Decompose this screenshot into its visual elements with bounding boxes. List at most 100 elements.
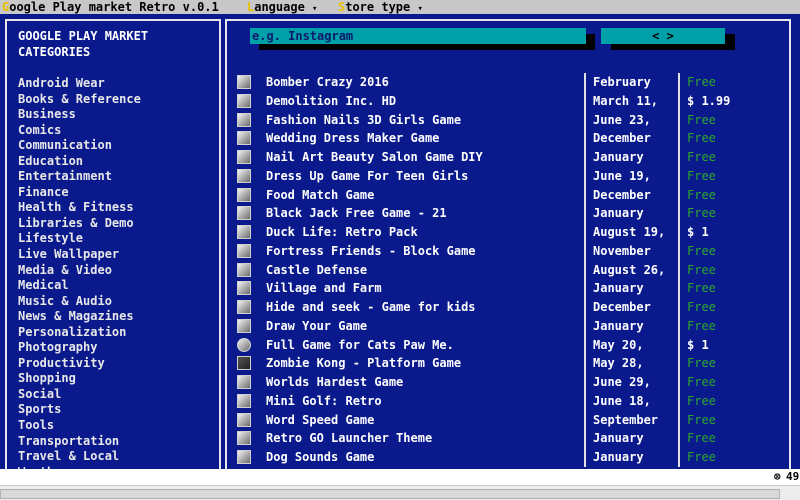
app-row[interactable]: Draw Your Game January Free [227, 316, 789, 336]
column-divider [678, 73, 680, 92]
category-item[interactable]: Comics [18, 123, 141, 139]
app-row[interactable]: Black Jack Free Game - 21 January Free [227, 204, 789, 223]
app-name[interactable]: Worlds Hardest Game [266, 373, 403, 392]
category-item[interactable]: Communication [18, 138, 141, 154]
app-name[interactable]: Mini Golf: Retro [266, 392, 382, 411]
column-divider [584, 429, 586, 448]
app-name[interactable]: Duck Life: Retro Pack [266, 223, 418, 242]
category-item[interactable]: Music & Audio [18, 294, 141, 310]
horizontal-scrollbar[interactable] [0, 489, 780, 499]
app-row[interactable]: Demolition Inc. HD March 11, $ 1.99 [227, 91, 789, 111]
app-price: Free [687, 356, 716, 371]
category-item[interactable]: Tools [18, 418, 141, 434]
app-thumbnail-icon [237, 131, 251, 146]
column-divider [678, 373, 680, 392]
app-name[interactable]: Hide and seek - Game for kids [266, 298, 476, 317]
category-item[interactable]: Libraries & Demo [18, 216, 141, 232]
app-name[interactable]: Wedding Dress Maker Game [266, 129, 439, 148]
app-thumbnail-icon [237, 393, 251, 408]
category-item[interactable]: Personalization [18, 325, 141, 341]
category-item[interactable]: Social [18, 387, 141, 403]
app-row[interactable]: Dog Sounds Game January Free [227, 448, 789, 467]
app-row[interactable]: Full Game for Cats Paw Me. May 20, $ 1 [227, 335, 789, 355]
category-item[interactable]: Medical [18, 278, 141, 294]
category-item[interactable]: Productivity [18, 356, 141, 372]
column-divider [678, 316, 680, 336]
app-name[interactable]: Dog Sounds Game [266, 448, 374, 467]
app-name[interactable]: Castle Defense [266, 261, 367, 280]
app-name[interactable]: Zombie Kong - Platform Game [266, 354, 461, 373]
category-item[interactable]: Finance [18, 185, 141, 201]
column-divider [584, 241, 586, 261]
page-nav-button[interactable]: < > [601, 28, 725, 44]
app-row[interactable]: Retro GO Launcher Theme January Free [227, 429, 789, 448]
category-item[interactable]: News & Magazines [18, 309, 141, 325]
app-row[interactable]: Food Match Game December Free [227, 185, 789, 205]
app-thumbnail-icon [237, 225, 251, 239]
app-name[interactable]: Demolition Inc. HD [266, 92, 396, 111]
category-item[interactable]: Travel & Local [18, 449, 141, 465]
app-row[interactable]: Mini Golf: Retro June 18, Free [227, 391, 789, 411]
app-name[interactable]: Bomber Crazy 2016 [266, 73, 389, 92]
category-item[interactable]: Lifestyle [18, 231, 141, 247]
column-divider [678, 204, 680, 223]
search-input[interactable] [250, 28, 586, 44]
column-divider [678, 223, 680, 242]
app-name[interactable]: Retro GO Launcher Theme [266, 429, 432, 448]
category-item[interactable]: Android Wear [18, 76, 141, 92]
app-row[interactable]: Fashion Nails 3D Girls Game June 23, Free [227, 110, 789, 130]
category-item[interactable]: Health & Fitness [18, 200, 141, 216]
app-name[interactable]: Food Match Game [266, 186, 374, 205]
app-thumbnail-icon [237, 337, 251, 352]
column-divider [678, 148, 680, 167]
app-date: December [593, 300, 651, 314]
store-type-menu[interactable]: Store type ▾ [338, 0, 423, 14]
language-menu[interactable]: Language ▾ [247, 0, 317, 14]
category-item[interactable]: Photography [18, 340, 141, 356]
app-title-menu[interactable]: Google Play market Retro v.0.1 [2, 0, 219, 14]
chevron-down-icon: ▾ [417, 4, 423, 14]
app-row[interactable]: Hide and seek - Game for kids December Fre… [227, 298, 789, 317]
app-name[interactable]: Draw Your Game [266, 317, 367, 336]
app-row[interactable]: Duck Life: Retro Pack August 19, $ 1 [227, 223, 789, 242]
app-row[interactable]: Word Speed Game September Free [227, 410, 789, 430]
category-item[interactable]: Transportation [18, 434, 141, 450]
app-row[interactable]: Nail Art Beauty Salon Game DIY January Fre… [227, 148, 789, 167]
category-item[interactable]: Books & Reference [18, 92, 141, 108]
app-row[interactable]: Worlds Hardest Game June 29, Free [227, 373, 789, 392]
category-item[interactable]: Education [18, 154, 141, 170]
app-row[interactable]: Dress Up Game For Teen Girls June 19, Free [227, 166, 789, 186]
app-row[interactable]: Village and Farm January Free [227, 279, 789, 298]
category-item[interactable]: Shopping [18, 371, 141, 387]
app-name[interactable]: Full Game for Cats Paw Me. [266, 336, 454, 355]
app-name[interactable]: Black Jack Free Game - 21 [266, 204, 447, 223]
category-sidebar: GOOGLE PLAY MARKET CATEGORIES Android We… [5, 19, 221, 479]
app-name[interactable]: Village and Farm [266, 279, 382, 298]
bottom-bar: ⊗ 49 [0, 469, 800, 500]
category-item[interactable]: Sports [18, 402, 141, 418]
app-name[interactable]: Dress Up Game For Teen Girls [266, 167, 468, 186]
app-price: Free [687, 412, 716, 427]
app-name[interactable]: Fortress Friends - Block Game [266, 242, 476, 261]
app-name[interactable]: Word Speed Game [266, 411, 374, 430]
app-thumbnail-icon [237, 412, 251, 427]
category-item[interactable]: Live Wallpaper [18, 247, 141, 263]
app-row[interactable]: Bomber Crazy 2016 February Free [227, 73, 789, 92]
app-price: Free [687, 375, 716, 389]
category-item[interactable]: Business [18, 107, 141, 123]
column-divider [584, 335, 586, 355]
app-name[interactable]: Nail Art Beauty Salon Game DIY [266, 148, 483, 167]
column-divider [678, 298, 680, 317]
column-divider [678, 354, 680, 373]
app-row[interactable]: Zombie Kong - Platform Game May 28, Free [227, 354, 789, 373]
app-name[interactable]: Fashion Nails 3D Girls Game [266, 111, 461, 130]
column-divider [678, 185, 680, 205]
app-row[interactable]: Fortress Friends - Block Game November Fre… [227, 241, 789, 261]
app-thumbnail-icon [237, 375, 251, 389]
app-row[interactable]: Castle Defense August 26, Free [227, 260, 789, 280]
category-item[interactable]: Entertainment [18, 169, 141, 185]
column-divider [584, 185, 586, 205]
app-list-panel: < > Bomber Crazy 2016FebruaryFreeDemolit… [225, 19, 791, 479]
category-item[interactable]: Media & Video [18, 263, 141, 279]
app-row[interactable]: Wedding Dress Maker Game December Free [227, 129, 789, 148]
